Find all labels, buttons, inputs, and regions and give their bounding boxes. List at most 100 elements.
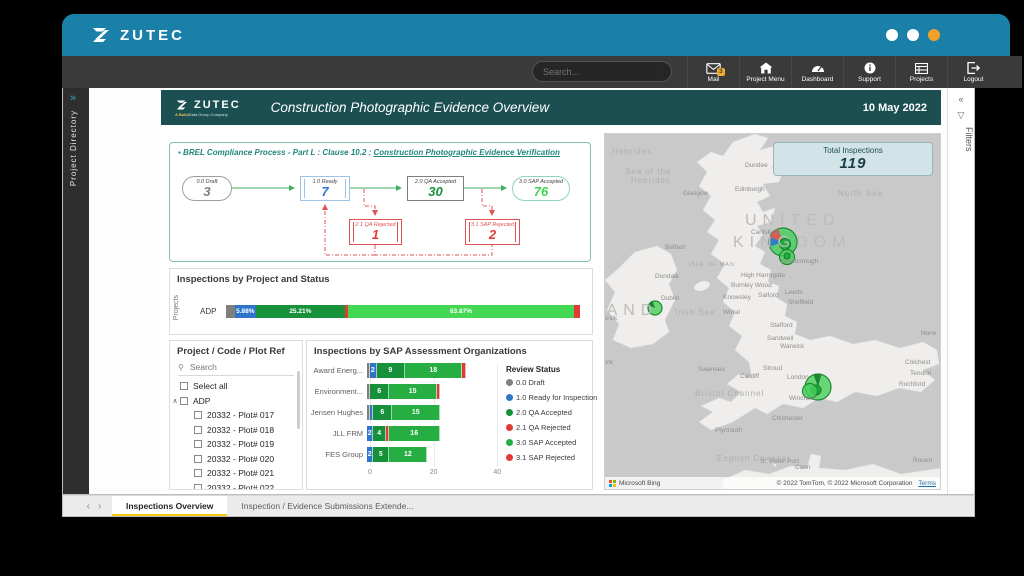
toolbar-item-label: Logout [964,76,984,83]
panel-title: Inspections by SAP Assessment Organizati… [307,341,592,357]
project-directory-rail[interactable]: » Project Directory [63,88,89,494]
flow-node-draft[interactable]: 0.0 Draft 3 [182,176,232,201]
flow-node-qa-accepted[interactable]: 2.0 QA Accepted 30 [407,176,464,201]
compliance-flow-panel: ▪ BREL Compliance Process - Part L : Cla… [169,142,591,262]
legend-item[interactable]: 2.1 QA Rejected [506,423,586,432]
checkbox[interactable] [194,455,202,463]
org-segment[interactable]: 16 [389,426,440,441]
org-segment[interactable] [462,363,465,378]
zutec-brand: ZUTEC [90,26,185,44]
checkbox[interactable] [194,411,202,419]
total-inspections-card: Total Inspections 119 [773,142,933,176]
prev-tab-icon[interactable]: ‹ [87,501,90,512]
flow-node-ready[interactable]: 1.0 Ready 7 [300,176,350,201]
checkbox[interactable] [180,397,188,405]
status-segment[interactable]: 63.87% [348,305,574,318]
toolbar-item-label: Dashboard [802,76,834,83]
brand-tagline: A BuildData Group Company [175,112,241,117]
flow-node-qa-rejected[interactable]: 2.1 QA Rejected 1 [349,219,402,245]
legend-item[interactable]: 2.0 QA Accepted [506,408,586,417]
toolbar-support[interactable]: Support [843,56,895,88]
scrollbar-thumb[interactable] [297,371,300,429]
org-segment[interactable]: 12 [389,447,427,462]
toolbar-dashboard[interactable]: Dashboard [791,56,843,88]
report-tab[interactable]: Inspection / Evidence Submissions Extend… [227,496,427,516]
window-dot[interactable] [928,29,940,41]
status-segment[interactable] [226,305,235,318]
search-input[interactable] [541,66,662,78]
window-dot[interactable] [907,29,919,41]
status-segment[interactable] [574,305,580,318]
checkbox[interactable] [194,469,202,477]
tree-item[interactable]: 20332 - Plot# 021 [170,466,302,481]
legend-item[interactable]: 0.0 Draft [506,378,586,387]
legend-item[interactable]: 1.0 Ready for Inspection [506,393,586,402]
checkbox[interactable] [194,484,202,490]
next-tab-icon[interactable]: › [98,501,101,512]
collapse-chevron-icon[interactable]: ∧ [170,397,180,405]
flow-connectors [170,143,592,263]
terms-link[interactable]: Terms [918,480,936,487]
org-segment[interactable]: 15 [392,405,440,420]
expand-rail-icon[interactable]: » [70,92,76,104]
filters-rail[interactable]: « ▽ Filters [947,88,974,494]
flow-node-sap-accepted[interactable]: 3.0 SAP Accepted 76 [512,176,570,201]
org-segment[interactable]: 15 [389,384,437,399]
search-icon: ⚲ [178,363,184,372]
status-segment[interactable]: 25.21% [256,305,345,318]
tree-item-label: 20332 - Plot# 019 [207,439,274,449]
tree-item[interactable]: ∧ADP [170,394,302,409]
legend-item[interactable]: 3.0 SAP Accepted [506,438,586,447]
legend-item[interactable]: 3.1 SAP Rejected [506,453,586,462]
org-segment[interactable]: 18 [405,363,462,378]
org-segment[interactable]: 6 [370,384,389,399]
inspection-bubble[interactable] [803,384,818,399]
flow-node-sap-rejected[interactable]: 3.1 SAP Rejected 2 [465,219,520,245]
org-segment[interactable]: 5 [373,447,389,462]
inspections-map[interactable]: HebridesSea of theHebridesNorth SeaIrish… [604,133,941,490]
tree-item[interactable]: 20332 - Plot# 022 [170,481,302,491]
tree-item[interactable]: 20332 - Plot# 018 [170,423,302,438]
tree-item[interactable]: 20332 - Plot# 020 [170,452,302,467]
search-icon[interactable] [662,67,663,77]
filters-label: Filters [948,127,974,152]
toolbar-project-menu[interactable]: Project Menu [739,56,791,88]
plot-search-box[interactable]: ⚲ [178,361,294,376]
toolbar-logout[interactable]: Logout [947,56,999,88]
org-label: Award Energ... [307,366,367,375]
toolbar-item-label: Projects [910,76,933,83]
checkbox[interactable] [194,440,202,448]
toolbar-mail[interactable]: Mail3 [687,56,739,88]
tree-item-label: Select all [193,381,228,391]
checkbox[interactable] [194,426,202,434]
gridline [497,363,498,467]
tab-nav-arrows[interactable]: ‹ › [76,496,112,516]
checkbox[interactable] [180,382,188,390]
toolbar-projects[interactable]: Projects [895,56,947,88]
legend-label: 3.1 SAP Rejected [516,453,575,462]
report-canvas: ZUTEC A BuildData Group Company Construc… [89,88,974,494]
plot-search-input[interactable] [188,361,278,373]
report-tab[interactable]: Inspections Overview [112,496,227,516]
tree-item[interactable]: 20332 - Plot# 017 [170,408,302,423]
org-label: FES Group [307,450,367,459]
legend-label: 2.1 QA Rejected [516,423,571,432]
legend-dot [506,454,513,461]
map-graphic [605,134,941,490]
toolbar-item-label: Support [858,76,881,83]
org-segment[interactable]: 6 [373,405,392,420]
collapse-filters-icon[interactable]: « [948,94,974,104]
search-box[interactable] [532,61,672,82]
tree-item[interactable]: 20332 - Plot# 019 [170,437,302,452]
tree-item[interactable]: Select all [170,379,302,394]
report-logo: ZUTEC A BuildData Group Company [175,99,241,117]
status-segment[interactable]: 5.88% [235,305,256,318]
org-segment[interactable]: 9 [377,363,406,378]
org-segment[interactable]: 4 [373,426,386,441]
microsoft-logo-icon [609,480,616,487]
window-dot[interactable] [886,29,898,41]
plot-tree-list: Select all∧ADP20332 - Plot# 01720332 - P… [170,379,302,490]
window-controls[interactable] [886,29,940,41]
org-segment[interactable] [437,384,440,399]
project-label: ADP [200,307,226,316]
